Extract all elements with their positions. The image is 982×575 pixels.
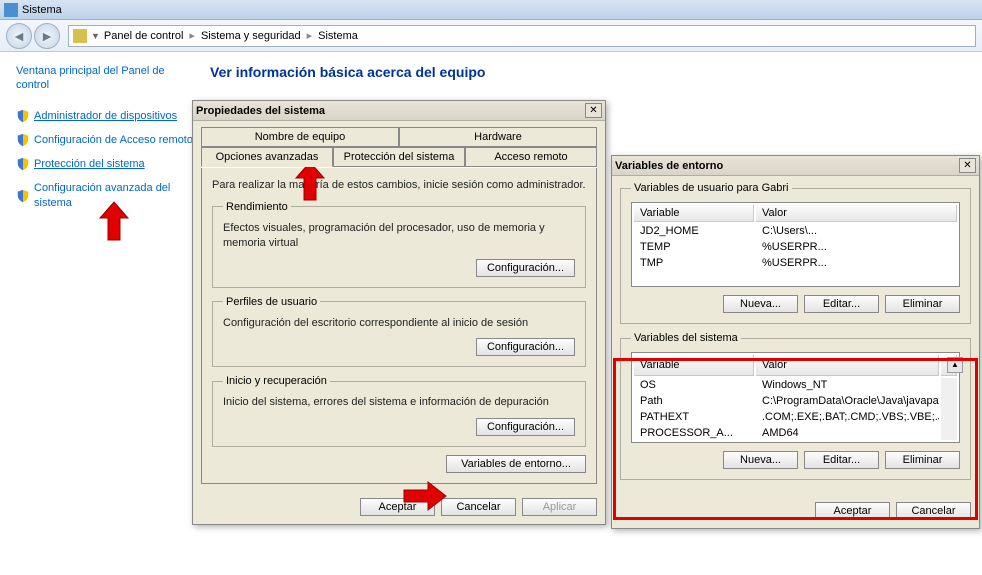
tab-hardware[interactable]: Hardware xyxy=(399,127,597,147)
dialog-titlebar[interactable]: Propiedades del sistema ✕ xyxy=(193,101,605,121)
user-vars-legend: Variables de usuario para Gabri xyxy=(631,182,792,194)
tab-row: Nombre de equipo Hardware xyxy=(201,127,597,148)
tab-protection[interactable]: Protección del sistema xyxy=(333,147,465,167)
titlebar: Sistema xyxy=(0,0,982,20)
sidebar-item-remote[interactable]: Configuración de Acceso remoto xyxy=(16,133,194,147)
cancel-button[interactable]: Cancelar xyxy=(441,498,516,516)
env-vars-button[interactable]: Variables de entorno... xyxy=(446,455,586,473)
tab-advanced[interactable]: Opciones avanzadas xyxy=(201,147,333,167)
user-vars-group: Variables de usuario para Gabri Variable… xyxy=(620,182,971,324)
breadcrumb[interactable]: Panel de control xyxy=(104,30,184,42)
table-row[interactable]: PATHEXT.COM;.EXE;.BAT;.CMD;.VBS;.VBE;.JS… xyxy=(634,410,957,424)
tab-computer-name[interactable]: Nombre de equipo xyxy=(201,127,399,147)
dialog-footer: Aceptar Cancelar xyxy=(612,496,979,528)
profiles-text: Configuración del escritorio correspondi… xyxy=(223,316,575,331)
close-button[interactable]: ✕ xyxy=(959,158,976,173)
performance-settings-button[interactable]: Configuración... xyxy=(476,259,575,277)
chevron-right-icon: ▸ xyxy=(187,29,197,42)
col-variable[interactable]: Variable xyxy=(634,355,754,376)
sidebar-item-protection[interactable]: Protección del sistema xyxy=(16,157,194,171)
system-vars-group: Variables del sistema Variable Valor ▲ O… xyxy=(620,332,971,480)
dialog-titlebar[interactable]: Variables de entorno ✕ xyxy=(612,156,979,176)
chevron-down-icon[interactable]: ▼ xyxy=(91,31,100,41)
shield-icon xyxy=(16,133,30,147)
sidebar-item-label: Protección del sistema xyxy=(34,157,145,171)
cancel-button[interactable]: Cancelar xyxy=(896,502,971,520)
table-row[interactable]: TEMP%USERPR... xyxy=(634,240,957,254)
sidebar-home-label: Ventana principal del Panel de control xyxy=(16,64,194,93)
system-vars-legend: Variables del sistema xyxy=(631,332,741,344)
user-delete-button[interactable]: Eliminar xyxy=(885,295,960,313)
table-row[interactable]: OSWindows_NT xyxy=(634,378,957,392)
tab-remote[interactable]: Acceso remoto xyxy=(465,147,597,167)
navbar: ◄ ► ▼ Panel de control ▸ Sistema y segur… xyxy=(0,20,982,52)
close-button[interactable]: ✕ xyxy=(585,103,602,118)
intro-text: Para realizar la mayoría de estos cambio… xyxy=(212,178,586,193)
tab-panel-advanced: Para realizar la mayoría de estos cambio… xyxy=(201,168,597,484)
breadcrumb[interactable]: Sistema y seguridad xyxy=(201,30,301,42)
table-row[interactable]: JD2_HOMEC:\Users\... xyxy=(634,224,957,238)
sys-edit-button[interactable]: Editar... xyxy=(804,451,879,469)
dialog-title: Propiedades del sistema xyxy=(196,105,325,117)
sidebar-item-label: Administrador de dispositivos xyxy=(34,109,177,123)
page-title: Ver información básica acerca del equipo xyxy=(210,64,485,80)
system-vars-table[interactable]: Variable Valor ▲ OSWindows_NT PathC:\Pro… xyxy=(631,352,960,443)
back-button[interactable]: ◄ xyxy=(6,23,32,49)
forward-button[interactable]: ► xyxy=(34,23,60,49)
user-new-button[interactable]: Nueva... xyxy=(723,295,798,313)
col-value[interactable]: Valor xyxy=(756,355,939,376)
sidebar-item-label: Configuración avanzada del sistema xyxy=(34,181,194,210)
profiles-legend: Perfiles de usuario xyxy=(223,296,320,308)
table-row[interactable]: PathC:\ProgramData\Oracle\Java\javapath;… xyxy=(634,394,957,408)
profiles-settings-button[interactable]: Configuración... xyxy=(476,338,575,356)
performance-text: Efectos visuales, programación del proce… xyxy=(223,221,575,251)
user-vars-table[interactable]: Variable Valor JD2_HOMEC:\Users\... TEMP… xyxy=(631,202,960,287)
profiles-group: Perfiles de usuario Configuración del es… xyxy=(212,296,586,368)
tab-row: Opciones avanzadas Protección del sistem… xyxy=(201,147,597,168)
sidebar-item-label: Configuración de Acceso remoto xyxy=(34,133,193,147)
chevron-right-icon: ▸ xyxy=(305,29,315,42)
ok-button[interactable]: Aceptar xyxy=(360,498,435,516)
dialog-title: Variables de entorno xyxy=(615,160,723,172)
startup-settings-button[interactable]: Configuración... xyxy=(476,418,575,436)
sidebar: Ventana principal del Panel de control A… xyxy=(16,64,194,220)
sys-delete-button[interactable]: Eliminar xyxy=(885,451,960,469)
table-row[interactable]: PROCESSOR_A...AMD64 xyxy=(634,426,957,440)
col-variable[interactable]: Variable xyxy=(634,205,754,222)
apply-button[interactable]: Aplicar xyxy=(522,498,597,516)
shield-icon xyxy=(16,157,30,171)
sidebar-item-advanced[interactable]: Configuración avanzada del sistema xyxy=(16,181,194,210)
sys-new-button[interactable]: Nueva... xyxy=(723,451,798,469)
user-edit-button[interactable]: Editar... xyxy=(804,295,879,313)
col-value[interactable]: Valor xyxy=(756,205,957,222)
system-properties-dialog: Propiedades del sistema ✕ Nombre de equi… xyxy=(192,100,606,525)
startup-text: Inicio del sistema, errores del sistema … xyxy=(223,395,575,410)
startup-legend: Inicio y recuperación xyxy=(223,375,330,387)
sidebar-home[interactable]: Ventana principal del Panel de control xyxy=(16,64,194,93)
shield-icon xyxy=(16,109,30,123)
ok-button[interactable]: Aceptar xyxy=(815,502,890,520)
address-bar[interactable]: ▼ Panel de control ▸ Sistema y seguridad… xyxy=(68,25,976,47)
shield-icon xyxy=(16,189,30,203)
table-row[interactable]: TMP%USERPR... xyxy=(634,256,957,270)
sidebar-item-devices[interactable]: Administrador de dispositivos xyxy=(16,109,194,123)
scrollbar[interactable] xyxy=(941,378,957,440)
scroll-up-icon[interactable]: ▲ xyxy=(947,357,963,373)
env-vars-dialog: Variables de entorno ✕ Variables de usua… xyxy=(611,155,980,529)
performance-legend: Rendimiento xyxy=(223,201,291,213)
dialog-footer: Aceptar Cancelar Aplicar xyxy=(193,492,605,524)
folder-icon xyxy=(73,29,87,43)
performance-group: Rendimiento Efectos visuales, programaci… xyxy=(212,201,586,288)
breadcrumb[interactable]: Sistema xyxy=(318,30,358,42)
startup-group: Inicio y recuperación Inicio del sistema… xyxy=(212,375,586,447)
window-title: Sistema xyxy=(22,4,62,16)
system-icon xyxy=(4,3,18,17)
